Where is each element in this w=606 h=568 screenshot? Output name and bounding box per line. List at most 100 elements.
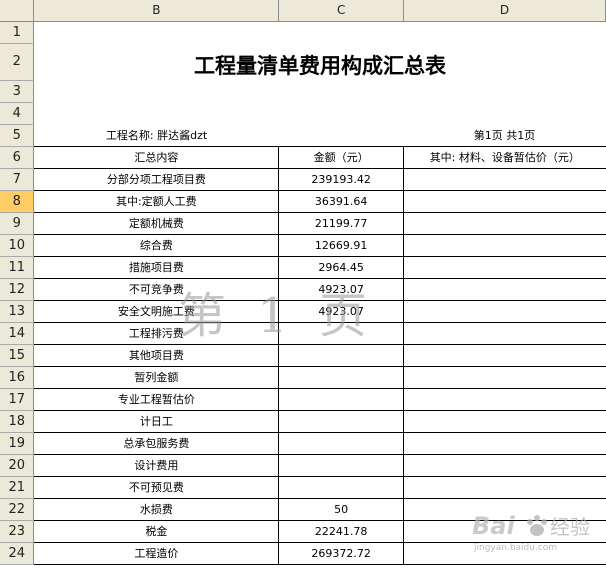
amount-cell[interactable]	[278, 344, 405, 367]
row-header[interactable]: 8	[0, 190, 35, 213]
row-header[interactable]: 2	[0, 43, 35, 81]
item-cell[interactable]: 工程排污费	[33, 322, 280, 345]
amount-cell[interactable]: 36391.64	[278, 190, 405, 213]
row-header[interactable]: 20	[0, 454, 35, 477]
item-cell[interactable]: 专业工程暂估价	[33, 388, 280, 411]
estimate-cell[interactable]	[403, 454, 606, 477]
estimate-cell[interactable]	[403, 168, 606, 191]
item-cell[interactable]: 总承包服务费	[33, 432, 280, 455]
header-amount[interactable]: 金额（元）	[278, 146, 405, 169]
row-header[interactable]: 10	[0, 234, 35, 257]
cell[interactable]	[279, 21, 404, 43]
cell[interactable]	[34, 80, 279, 102]
item-cell[interactable]: 分部分项工程项目费	[33, 168, 280, 191]
item-cell[interactable]: 定额机械费	[33, 212, 280, 235]
row-header[interactable]: 5	[0, 124, 35, 147]
amount-cell[interactable]	[278, 322, 405, 345]
amount-cell[interactable]: 22241.78	[278, 520, 405, 543]
row-header[interactable]: 14	[0, 322, 35, 345]
estimate-cell[interactable]	[403, 344, 606, 367]
row-header[interactable]: 9	[0, 212, 35, 235]
estimate-cell[interactable]	[403, 498, 606, 521]
spreadsheet-grid[interactable]: B C D 1 2 工程量清单费用构成汇总表 3 4 5 工程名称: 胖达酱dz…	[0, 0, 606, 565]
item-cell[interactable]: 综合费	[33, 234, 280, 257]
amount-cell[interactable]	[278, 432, 405, 455]
item-cell[interactable]: 暂列金额	[33, 366, 280, 389]
estimate-cell[interactable]	[403, 366, 606, 389]
amount-cell[interactable]: 50	[278, 498, 405, 521]
estimate-cell[interactable]	[403, 256, 606, 279]
cell[interactable]	[279, 80, 404, 102]
cell[interactable]	[404, 80, 606, 102]
estimate-cell[interactable]	[403, 542, 606, 565]
project-name-cell[interactable]: 工程名称: 胖达酱dzt	[33, 124, 279, 147]
sheet-title[interactable]: 工程量清单费用构成汇总表	[34, 43, 606, 80]
estimate-cell[interactable]	[403, 476, 606, 499]
estimate-cell[interactable]	[403, 432, 606, 455]
row-header[interactable]: 22	[0, 498, 35, 521]
header-summary-content[interactable]: 汇总内容	[33, 146, 280, 169]
amount-cell[interactable]	[278, 454, 405, 477]
header-estimate[interactable]: 其中: 材料、设备暂估价（元）	[403, 146, 606, 169]
row-header[interactable]: 23	[0, 520, 35, 543]
item-cell[interactable]: 措施项目费	[33, 256, 280, 279]
row-header[interactable]: 3	[0, 80, 35, 103]
amount-cell[interactable]: 269372.72	[278, 542, 405, 565]
amount-cell[interactable]: 12669.91	[278, 234, 405, 257]
item-cell[interactable]: 其他项目费	[33, 344, 280, 367]
amount-cell[interactable]	[278, 476, 405, 499]
cell[interactable]	[34, 102, 279, 124]
page-info-cell[interactable]: 第1页 共1页	[403, 124, 606, 147]
row-header[interactable]: 19	[0, 432, 35, 455]
cell[interactable]	[404, 102, 606, 124]
cell[interactable]	[34, 21, 279, 43]
row-header[interactable]: 15	[0, 344, 35, 367]
row-header[interactable]: 1	[0, 21, 35, 44]
column-header-c[interactable]: C	[278, 0, 405, 22]
amount-cell[interactable]: 4923.07	[278, 300, 405, 323]
cell[interactable]	[279, 102, 404, 124]
select-all-corner[interactable]	[0, 0, 35, 22]
row-header[interactable]: 12	[0, 278, 35, 301]
row-header[interactable]: 4	[0, 102, 35, 125]
item-cell[interactable]: 设计费用	[33, 454, 280, 477]
estimate-cell[interactable]	[403, 300, 606, 323]
amount-cell[interactable]: 2964.45	[278, 256, 405, 279]
item-cell[interactable]: 水损费	[33, 498, 280, 521]
amount-cell[interactable]: 239193.42	[278, 168, 405, 191]
row-header[interactable]: 18	[0, 410, 35, 433]
item-cell[interactable]: 税金	[33, 520, 280, 543]
row-header[interactable]: 11	[0, 256, 35, 279]
item-cell[interactable]: 计日工	[33, 410, 280, 433]
row-header[interactable]: 7	[0, 168, 35, 191]
row-header[interactable]: 21	[0, 476, 35, 499]
item-cell[interactable]: 工程造价	[33, 542, 280, 565]
amount-cell[interactable]: 21199.77	[278, 212, 405, 235]
estimate-cell[interactable]	[403, 388, 606, 411]
cell[interactable]	[278, 124, 404, 147]
amount-cell[interactable]	[278, 366, 405, 389]
amount-cell[interactable]	[278, 388, 405, 411]
row-header[interactable]: 13	[0, 300, 35, 323]
estimate-cell[interactable]	[403, 278, 606, 301]
item-cell[interactable]: 不可预见费	[33, 476, 280, 499]
estimate-cell[interactable]	[403, 212, 606, 235]
estimate-cell[interactable]	[403, 322, 606, 345]
column-header-b[interactable]: B	[33, 0, 280, 22]
cell[interactable]	[404, 21, 606, 43]
estimate-cell[interactable]	[403, 410, 606, 433]
amount-cell[interactable]	[278, 410, 405, 433]
row-header[interactable]: 24	[0, 542, 35, 565]
item-cell[interactable]: 不可竞争费	[33, 278, 280, 301]
row-header[interactable]: 6	[0, 146, 35, 169]
estimate-cell[interactable]	[403, 520, 606, 543]
row-header[interactable]: 17	[0, 388, 35, 411]
estimate-cell[interactable]	[403, 234, 606, 257]
row-header[interactable]: 16	[0, 366, 35, 389]
table-row: 23 税金 22241.78	[0, 520, 606, 543]
estimate-cell[interactable]	[403, 190, 606, 213]
column-header-d[interactable]: D	[403, 0, 606, 22]
amount-cell[interactable]: 4923.07	[278, 278, 405, 301]
item-cell[interactable]: 安全文明施工费	[33, 300, 280, 323]
item-cell[interactable]: 其中:定额人工费	[33, 190, 280, 213]
